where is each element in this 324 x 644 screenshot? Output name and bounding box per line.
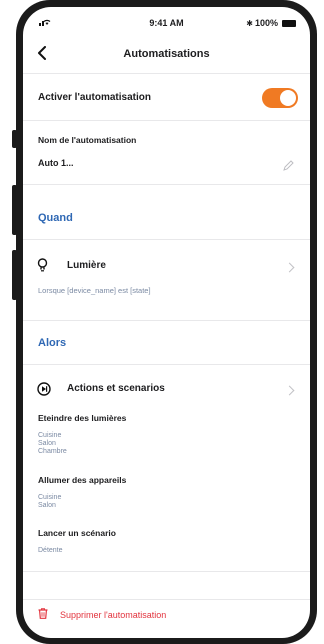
trigger-description: Lorsque [device_name] est [state] (38, 286, 151, 295)
section-header-then: Alors (38, 337, 67, 349)
list-item: Cuisine (38, 432, 62, 439)
edit-icon[interactable] (283, 158, 294, 176)
divider (23, 120, 310, 121)
divider (23, 599, 310, 600)
trigger-row[interactable]: Lumière Lorsque [device_name] est [state… (23, 240, 310, 314)
battery-icon (282, 19, 296, 27)
actions-title: Actions et scenarios (67, 383, 165, 394)
phone-frame: 9:41 AM ✱ 100% Automatisations Activer l… (16, 0, 317, 644)
divider (23, 184, 310, 185)
list-item: Salon (38, 502, 56, 509)
play-circle-icon (37, 382, 51, 401)
activate-label: Activer l'automatisation (38, 92, 151, 103)
activate-toggle[interactable] (262, 88, 298, 108)
trash-icon (38, 606, 48, 624)
status-bar: 9:41 AM ✱ 100% (23, 15, 310, 31)
screen: 9:41 AM ✱ 100% Automatisations Activer l… (23, 7, 310, 638)
name-field-value[interactable]: Auto 1... (38, 158, 74, 168)
name-field-label: Nom de l'automatisation (38, 135, 137, 145)
divider (23, 73, 310, 74)
chevron-right-icon (284, 385, 295, 396)
actions-row[interactable]: Actions et scenarios (23, 365, 310, 407)
lightbulb-icon (37, 258, 48, 277)
list-item: Détente (38, 547, 63, 554)
list-item: Chambre (38, 448, 67, 455)
group-items: Cuisine Salon Chambre (38, 432, 67, 456)
page-title: Automatisations (123, 48, 210, 60)
bluetooth-icon: ✱ (246, 18, 253, 28)
list-item: Cuisine (38, 494, 62, 501)
delete-automation-button[interactable]: Supprimer l'automatisation (38, 606, 166, 624)
divider (23, 320, 310, 321)
divider (23, 571, 310, 572)
group-items: Cuisine Salon (38, 494, 61, 510)
list-item: Salon (38, 440, 56, 447)
nav-bar: Automatisations (23, 43, 310, 69)
battery-percent: 100% (254, 18, 278, 28)
battery-indicator: ✱ 100% (246, 18, 296, 28)
group-title: Eteindre des lumières (38, 413, 127, 423)
group-title: Lancer un scénario (38, 528, 116, 538)
group-items: Détente (38, 547, 63, 555)
trigger-title: Lumière (67, 260, 106, 271)
chevron-right-icon (284, 262, 295, 273)
delete-automation-label: Supprimer l'automatisation (60, 610, 167, 620)
group-title: Allumer des appareils (38, 475, 127, 485)
section-header-when: Quand (38, 212, 73, 224)
toggle-knob (280, 90, 296, 106)
